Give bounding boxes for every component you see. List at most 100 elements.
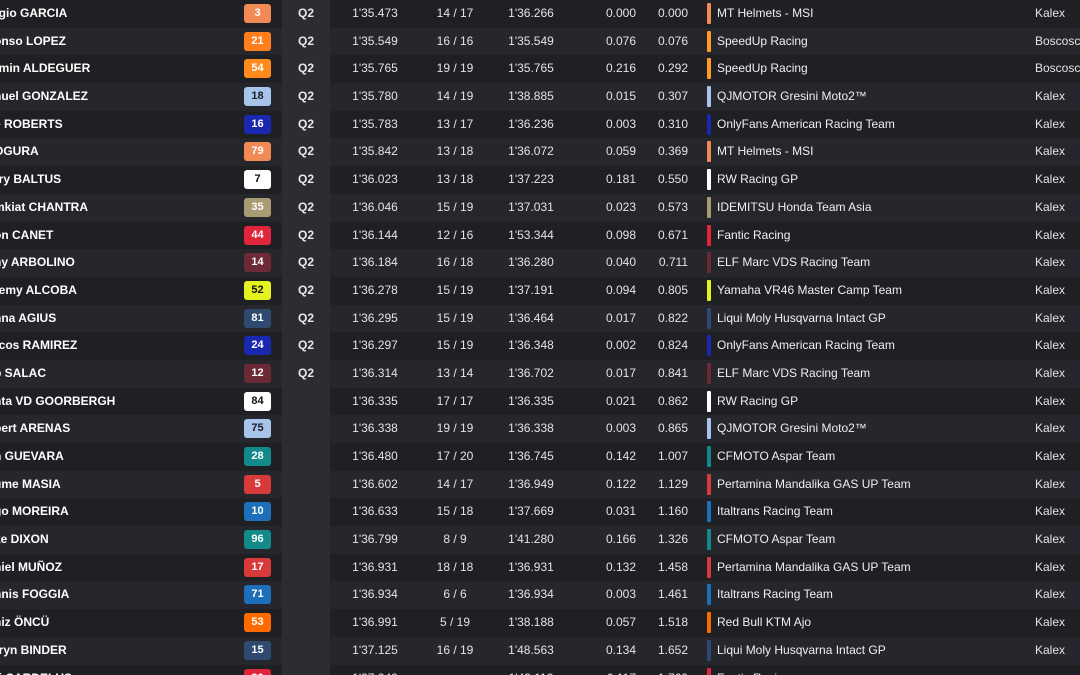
rider-number-badge: 20 bbox=[244, 668, 271, 675]
last-lap: 1'53.344 bbox=[508, 227, 554, 242]
session-label: Q2 bbox=[297, 365, 314, 380]
session-label: Q2 bbox=[297, 6, 314, 20]
table-row[interactable]: niel MUÑOZ 17 1'36.931 18 / 18 1'36.931 0.132… bbox=[0, 553, 1080, 582]
rider-number-badge: 81 bbox=[244, 308, 271, 328]
table-row[interactable]: rgio GARCIA 3 Q2 1'35.473 14 / 17 1'36.266 0.0… bbox=[0, 0, 1080, 28]
best-lap: 1'36.931 bbox=[352, 559, 398, 574]
team-color-bar bbox=[707, 501, 711, 523]
interval: 0.307 bbox=[657, 89, 688, 104]
rider-number-badge: 75 bbox=[244, 419, 271, 439]
best-lap: 1'36.314 bbox=[352, 365, 398, 380]
session-label bbox=[282, 443, 330, 471]
interval: 0.862 bbox=[657, 393, 688, 408]
table-row[interactable]: onso LOPEZ 21 Q2 1'35.549 16 / 16 1'35.549 0.0… bbox=[0, 27, 1080, 56]
table-row[interactable]: nnis FOGGIA 71 1'36.934 6 / 6 1'36.934 0.003 1… bbox=[0, 581, 1080, 610]
team-name: QJMOTOR Gresini Moto2™ bbox=[717, 89, 867, 104]
team-name: QJMOTOR Gresini Moto2™ bbox=[717, 421, 867, 436]
table-row[interactable]: ri CARDELUS 20 1'37.242 1'43.112 0.117 1.769 F… bbox=[0, 664, 1080, 675]
table-row[interactable]: go MOREIRA 10 1'36.633 15 / 18 1'37.669 0.031… bbox=[0, 498, 1080, 527]
best-lap: 1'36.991 bbox=[352, 615, 398, 630]
rider-name: mkiat CHANTRA bbox=[0, 199, 89, 214]
table-row[interactable]: bert ARENAS 75 1'36.338 19 / 19 1'36.338 0.00… bbox=[0, 415, 1080, 443]
lap-count: 16 / 16 bbox=[436, 33, 474, 48]
gap-to-leader: 0.057 bbox=[605, 615, 636, 630]
gap-to-leader: 0.098 bbox=[605, 227, 636, 242]
constructor: Kalex bbox=[1035, 116, 1066, 131]
team-color-bar bbox=[707, 667, 711, 675]
best-lap: 1'36.633 bbox=[352, 504, 398, 519]
last-lap: 1'36.266 bbox=[508, 6, 554, 20]
team-color-bar bbox=[707, 141, 711, 163]
team-name: Italtrans Racing Team bbox=[717, 587, 833, 602]
table-row[interactable]: niz ÖNCÜ 53 1'36.991 5 / 19 1'38.188 0.057 1.5… bbox=[0, 609, 1080, 637]
last-lap: 1'38.885 bbox=[508, 89, 554, 104]
interval: 1.326 bbox=[657, 532, 688, 547]
rider-number-badge: 44 bbox=[244, 225, 271, 245]
lap-count: 12 / 16 bbox=[436, 227, 474, 242]
session-label bbox=[282, 581, 330, 609]
table-row[interactable]: rmin ALDEGUER 54 Q2 1'35.765 19 / 19 1'35.765… bbox=[0, 55, 1080, 84]
team-name: Fantic Racing bbox=[717, 665, 1027, 675]
rider-name: remy ALCOBA bbox=[0, 282, 77, 297]
team-color-bar bbox=[707, 58, 711, 80]
table-row[interactable]: nuel GONZALEZ 18 Q2 1'35.780 14 / 19 1'38.885… bbox=[0, 83, 1080, 111]
constructor: Kalex bbox=[1035, 282, 1066, 297]
rider-name: bert ARENAS bbox=[0, 421, 71, 436]
team-name: IDEMITSU Honda Team Asia bbox=[717, 199, 872, 214]
rider-name: n GUEVARA bbox=[0, 449, 64, 463]
constructor: Kalex bbox=[1035, 476, 1066, 491]
table-row[interactable]: mkiat CHANTRA 35 Q2 1'36.046 15 / 19 1'37.031… bbox=[0, 193, 1080, 222]
interval: 0.000 bbox=[657, 6, 688, 20]
session-label bbox=[282, 471, 330, 499]
gap-to-leader: 0.216 bbox=[605, 61, 636, 76]
interval: 0.292 bbox=[657, 61, 688, 76]
best-lap: 1'35.842 bbox=[352, 144, 398, 159]
lap-count: 13 / 18 bbox=[436, 172, 474, 187]
team-name: MT Helmets - MSI bbox=[717, 6, 814, 20]
last-lap: 1'37.223 bbox=[508, 172, 554, 187]
team-name: RW Racing GP bbox=[717, 172, 799, 187]
table-row[interactable]: OGURA 79 Q2 1'35.842 13 / 18 1'36.072 0.059 0.3… bbox=[0, 138, 1080, 167]
table-row[interactable]: remy ALCOBA 52 Q2 1'36.278 15 / 19 1'37.191 0.… bbox=[0, 276, 1080, 305]
team-color-bar bbox=[707, 529, 711, 551]
session-label: Q2 bbox=[297, 89, 314, 104]
gap-to-leader: 0.117 bbox=[582, 665, 636, 675]
rider-name: niz ÖNCÜ bbox=[0, 615, 50, 630]
rider-number-badge: 15 bbox=[244, 640, 271, 660]
team-color-bar bbox=[707, 224, 711, 246]
team-name: MT Helmets - MSI bbox=[717, 144, 814, 159]
table-row[interactable]: rry BALTUS 7 Q2 1'36.023 13 / 18 1'37.223 0.18… bbox=[0, 166, 1080, 194]
team-color-bar bbox=[707, 3, 711, 24]
table-row[interactable]: on CANET 44 Q2 1'36.144 12 / 16 1'53.344 0.098… bbox=[0, 221, 1080, 250]
table-row[interactable]: p SALAC 12 Q2 1'36.314 13 / 14 1'36.702 0.017 0… bbox=[0, 359, 1080, 388]
best-lap: 1'37.242 bbox=[344, 665, 406, 675]
last-lap: 1'36.949 bbox=[508, 476, 554, 491]
rider-name: ume MASIA bbox=[0, 476, 61, 491]
session-label: Q2 bbox=[297, 172, 314, 187]
constructor: Kalex bbox=[1035, 449, 1066, 463]
rider-number-badge: 7 bbox=[244, 170, 271, 190]
table-row[interactable]: ny ARBOLINO 14 Q2 1'36.184 16 / 18 1'36.280 0.… bbox=[0, 249, 1080, 277]
table-row[interactable]: rryn BINDER 15 1'37.125 16 / 19 1'48.563 0.13… bbox=[0, 636, 1080, 665]
rider-number-badge: 79 bbox=[244, 142, 271, 162]
table-row[interactable]: n GUEVARA 28 1'36.480 17 / 20 1'36.745 0.142 1… bbox=[0, 443, 1080, 471]
interval: 0.841 bbox=[657, 365, 688, 380]
best-lap: 1'36.335 bbox=[352, 393, 398, 408]
table-row[interactable]: nna AGIUS 81 Q2 1'36.295 15 / 19 1'36.464 0.01… bbox=[0, 304, 1080, 333]
team-color-bar bbox=[707, 30, 711, 52]
table-row[interactable]: ume MASIA 5 1'36.602 14 / 17 1'36.949 0.122 1.… bbox=[0, 470, 1080, 499]
table-row[interactable]: e ROBERTS 16 Q2 1'35.783 13 / 17 1'36.236 0.00… bbox=[0, 110, 1080, 139]
team-color-bar bbox=[707, 418, 711, 440]
last-lap: 1'36.335 bbox=[508, 393, 554, 408]
rider-name: on CANET bbox=[0, 227, 54, 242]
rider-number-badge: 17 bbox=[244, 557, 271, 577]
lap-count: 17 / 17 bbox=[436, 393, 474, 408]
table-row[interactable]: rcos RAMIREZ 24 Q2 1'36.297 15 / 19 1'36.348 0… bbox=[0, 332, 1080, 360]
team-color-bar bbox=[707, 169, 711, 191]
table-row[interactable]: ke DIXON 96 1'36.799 8 / 9 1'41.280 0.166 1.32… bbox=[0, 526, 1080, 554]
team-name: OnlyFans American Racing Team bbox=[717, 338, 895, 353]
table-row[interactable]: nta VD GOORBERGH 84 1'36.335 17 / 17 1'36.33… bbox=[0, 387, 1080, 416]
lap-count: 14 / 17 bbox=[436, 476, 474, 491]
best-lap: 1'36.184 bbox=[352, 255, 398, 270]
constructor: Kalex bbox=[1035, 393, 1066, 408]
